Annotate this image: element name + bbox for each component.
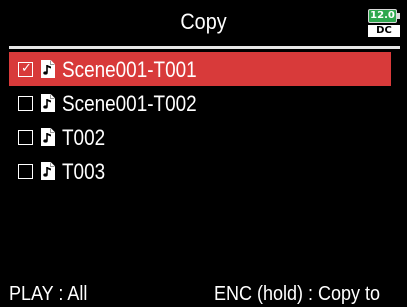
file-name: Scene001-T002 — [62, 91, 197, 116]
power-source-label: DC — [368, 25, 400, 37]
file-row[interactable]: ✓ Scene001-T001 — [9, 52, 391, 86]
audio-file-icon — [41, 60, 55, 78]
file-row[interactable]: T002 — [9, 120, 391, 154]
file-name: Scene001-T001 — [62, 57, 197, 82]
checkmark-icon: ✓ — [21, 61, 32, 76]
checkbox-unchecked[interactable] — [18, 164, 33, 179]
title-bar: Copy 12.0 DC — [0, 0, 407, 46]
battery-level: 12.0 — [370, 10, 395, 21]
audio-file-icon — [41, 128, 55, 146]
file-row[interactable]: Scene001-T002 — [9, 86, 391, 120]
checkbox-checked[interactable]: ✓ — [18, 62, 33, 77]
footer-hints: PLAY : All ENC (hold) : Copy to — [0, 280, 407, 307]
page-title: Copy — [180, 9, 227, 34]
battery-indicator: 12.0 DC — [368, 9, 401, 39]
file-name: T003 — [62, 159, 106, 184]
file-name: T002 — [62, 125, 106, 150]
enc-hint: ENC (hold) : Copy to — [214, 283, 381, 305]
checkbox-unchecked[interactable] — [18, 96, 33, 111]
copy-screen: Copy 12.0 DC ✓ Scene001-T001 Scene001-T0… — [0, 0, 407, 307]
file-row[interactable]: T003 — [9, 154, 391, 188]
play-hint: PLAY : All — [9, 283, 88, 305]
battery-tip — [397, 13, 400, 19]
audio-file-icon — [41, 162, 55, 180]
file-list: ✓ Scene001-T001 Scene001-T002 T002 T003 — [9, 52, 391, 188]
title-divider — [9, 46, 400, 49]
checkbox-unchecked[interactable] — [18, 130, 33, 145]
audio-file-icon — [41, 94, 55, 112]
